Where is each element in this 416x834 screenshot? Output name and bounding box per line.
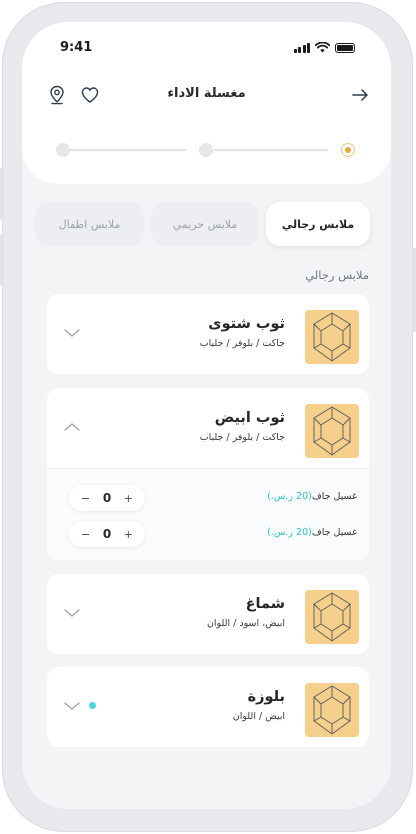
item-title: شماغ [245, 596, 285, 612]
phone-side-button [0, 234, 4, 286]
service-label: غسيل جاف(20 ر.س.) [267, 491, 357, 502]
item-card[interactable]: شماغ ابيض، اسود / اللوان [47, 574, 369, 654]
item-subtitle: ابيض، اسود / اللوان [206, 618, 285, 629]
signal-icon [293, 43, 310, 53]
progress-line [70, 149, 186, 151]
item-card-expanded[interactable]: ثوب ابيض جاكت / بلوفر / جلباب غسيل جاف(2… [47, 388, 369, 560]
tab-men[interactable]: ملابس رجالي [266, 202, 370, 246]
tab-women[interactable]: ملابس حريمي [151, 202, 259, 246]
item-thumbnail [305, 310, 359, 364]
quantity-value: 0 [102, 527, 112, 541]
service-price: (20 ر.س.) [267, 527, 312, 538]
progress-step [56, 143, 70, 157]
increment-button[interactable]: + [124, 492, 133, 505]
category-tabs: ملابس رجالي ملابس حريمي ملابس اطفال [35, 202, 370, 246]
item-card-header[interactable]: ثوب شتوى جاكت / بلوفر / جلباب [47, 294, 369, 374]
chevron-down-icon[interactable] [63, 697, 81, 715]
item-title: ثوب شتوى [208, 316, 285, 332]
tab-kids[interactable]: ملابس اطفال [35, 202, 144, 246]
increment-button[interactable]: + [124, 528, 133, 541]
decrement-button[interactable]: − [81, 528, 90, 541]
item-card-header[interactable]: ثوب ابيض جاكت / بلوفر / جلباب [47, 388, 369, 468]
wifi-icon [315, 42, 330, 53]
chevron-up-icon[interactable] [63, 418, 81, 436]
item-subtitle: جاكت / بلوفر / جلباب [199, 432, 285, 443]
arrow-right-icon[interactable] [349, 84, 371, 106]
service-label: غسيل جاف(20 ر.س.) [267, 527, 357, 538]
item-subtitle: ابيض / اللوان [232, 711, 285, 722]
chevron-down-icon[interactable] [63, 604, 81, 622]
progress-step-active [341, 143, 355, 157]
quantity-stepper: − 0 + [69, 485, 145, 511]
item-thumbnail [305, 404, 359, 458]
quantity-value: 0 [102, 491, 112, 505]
section-title: ملابس رجالي [305, 268, 369, 282]
selected-indicator-dot [89, 702, 96, 709]
service-price: (20 ر.س.) [267, 491, 312, 502]
decrement-button[interactable]: − [81, 492, 90, 505]
item-card[interactable]: بلوزة ابيض / اللوان [47, 667, 369, 747]
progress-steps [56, 142, 356, 158]
service-row: غسيل جاف(20 ر.س.) − 0 + [47, 521, 369, 549]
item-thumbnail [305, 683, 359, 737]
service-options: غسيل جاف(20 ر.س.) − 0 + غسيل جاف(20 ر.س.… [47, 468, 369, 560]
quantity-stepper: − 0 + [69, 521, 145, 547]
screen: 9:41 مغسلة الاداء ملابس رجالي ملابس حريم… [22, 22, 391, 809]
progress-step [199, 143, 213, 157]
battery-icon [335, 43, 355, 53]
service-row: غسيل جاف(20 ر.س.) − 0 + [47, 485, 369, 513]
item-card-header[interactable]: شماغ ابيض، اسود / اللوان [47, 574, 369, 654]
item-card-header[interactable]: بلوزة ابيض / اللوان [47, 667, 369, 747]
chevron-down-icon[interactable] [63, 324, 81, 342]
progress-line [214, 149, 328, 151]
item-title: بلوزة [247, 689, 285, 705]
status-time: 9:41 [60, 40, 93, 55]
phone-side-button [0, 168, 4, 220]
phone-side-button [412, 248, 416, 332]
item-thumbnail [305, 590, 359, 644]
item-card[interactable]: ثوب شتوى جاكت / بلوفر / جلباب [47, 294, 369, 374]
nav-bar: مغسلة الاداء [22, 80, 391, 110]
item-subtitle: جاكت / بلوفر / جلباب [199, 338, 285, 349]
header: 9:41 مغسلة الاداء [22, 22, 391, 184]
status-icons [293, 42, 355, 53]
item-title: ثوب ابيض [214, 410, 285, 426]
page-title: مغسلة الاداء [167, 86, 246, 101]
